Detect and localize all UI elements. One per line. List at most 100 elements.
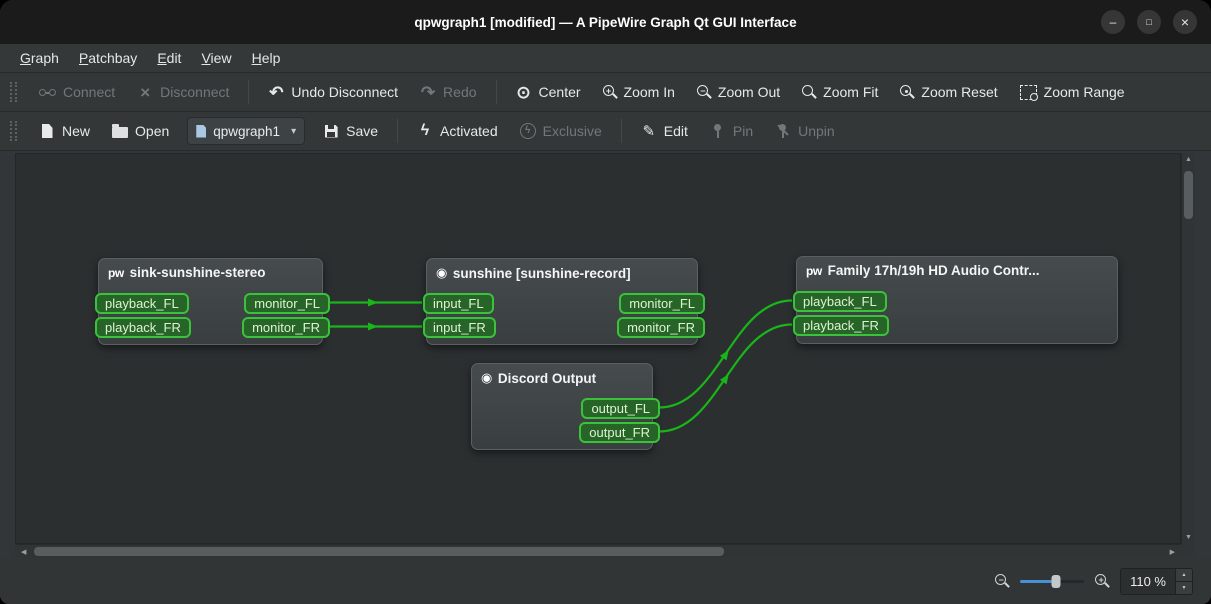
- session-name: qpwgraph1: [213, 123, 281, 139]
- node-title: sunshine [sunshine-record]: [452, 265, 631, 281]
- toolbar-grip[interactable]: [10, 121, 17, 141]
- slider-thumb[interactable]: [1051, 574, 1061, 588]
- zoom-reset-label: Zoom Reset: [921, 84, 998, 100]
- scroll-right-icon[interactable]: ▶: [1164, 545, 1181, 558]
- spin-up-button[interactable]: ▲: [1176, 568, 1192, 581]
- node-sink-sunshine-stereo[interactable]: pw sink-sunshine-stereo playback_FL play…: [95, 258, 330, 345]
- save-label: Save: [346, 123, 379, 139]
- toolbar-separator: [248, 80, 250, 104]
- wire-arrow-icon: [368, 322, 378, 331]
- node-family-hd-audio[interactable]: pw Family 17h/19h HD Audio Contr... play…: [793, 256, 1118, 344]
- menu-edit[interactable]: Edit: [147, 47, 191, 69]
- status-bar: − + 110 % ▲ ▼: [0, 558, 1211, 604]
- port-input_FL[interactable]: input_FL: [423, 293, 494, 314]
- pipewire-icon: pw: [806, 263, 822, 278]
- zoom-range-button[interactable]: Zoom Range: [1010, 77, 1135, 107]
- node-title: Family 17h/19h HD Audio Contr...: [827, 263, 1040, 278]
- canvas-wrap: pw sink-sunshine-stereo playback_FL play…: [15, 153, 1195, 558]
- zoom-range-label: Zoom Range: [1043, 84, 1125, 100]
- graph-toolbar: Connect × Disconnect ↶ Undo Disconnect ↷…: [0, 73, 1211, 112]
- toolbar-grip[interactable]: [10, 82, 17, 102]
- zoom-fit-button[interactable]: Zoom Fit: [792, 77, 888, 107]
- scroll-down-icon[interactable]: ▼: [1182, 531, 1195, 544]
- edit-pencil-icon: ✎: [642, 122, 656, 140]
- port-output_FR[interactable]: output_FR: [579, 422, 660, 443]
- port-playback_FL[interactable]: playback_FL: [793, 291, 887, 312]
- menu-patchbay[interactable]: Patchbay: [69, 47, 147, 69]
- scroll-up-icon[interactable]: ▲: [1182, 153, 1195, 166]
- connect-button[interactable]: Connect: [29, 77, 125, 107]
- edit-toggle[interactable]: ✎ Edit: [631, 116, 698, 146]
- vertical-scrollbar[interactable]: ▲ ▼: [1181, 153, 1195, 544]
- connection-layer: [329, 298, 793, 433]
- port-playback_FR[interactable]: playback_FR: [95, 317, 191, 338]
- exclusive-toggle[interactable]: ϟ Exclusive: [510, 116, 612, 146]
- stream-icon: ◉: [436, 265, 447, 280]
- file-toolbar: New Open qpwgraph1 ▾ Save ϟ Activated ϟ …: [0, 112, 1211, 151]
- undo-disconnect-button[interactable]: ↶ Undo Disconnect: [258, 77, 408, 107]
- port-input_FR[interactable]: input_FR: [423, 317, 496, 338]
- zoom-out-icon: −: [696, 85, 711, 99]
- node-header: ◉ sunshine [sunshine-record]: [427, 259, 697, 281]
- zoom-out-label: Zoom Out: [717, 84, 781, 100]
- window-controls: – □ ×: [1101, 0, 1197, 44]
- zoom-out-icon[interactable]: −: [995, 574, 1009, 588]
- stream-icon: ◉: [481, 370, 492, 385]
- port-playback_FR[interactable]: playback_FR: [793, 315, 889, 336]
- node-header: pw sink-sunshine-stereo: [99, 259, 322, 280]
- menu-bar: Graph Patchbay Edit View Help: [0, 44, 1211, 73]
- disconnect-button[interactable]: × Disconnect: [127, 77, 239, 107]
- graph-canvas[interactable]: pw sink-sunshine-stereo playback_FL play…: [15, 153, 1181, 544]
- zoom-out-button[interactable]: − Zoom Out: [687, 77, 790, 107]
- vertical-scroll-handle[interactable]: [1184, 171, 1193, 219]
- zoom-in-button[interactable]: + Zoom In: [593, 77, 685, 107]
- pipewire-icon: pw: [108, 265, 124, 280]
- node-header: pw Family 17h/19h HD Audio Contr...: [797, 257, 1117, 278]
- zoom-spinbox[interactable]: 110 % ▲ ▼: [1120, 567, 1193, 595]
- minimize-button[interactable]: –: [1101, 10, 1125, 34]
- unpin-button[interactable]: Unpin: [765, 116, 845, 146]
- port-monitor_FL[interactable]: monitor_FL: [619, 293, 705, 314]
- zoom-in-icon[interactable]: +: [1095, 574, 1109, 588]
- zoom-fit-icon: [802, 85, 816, 99]
- spin-down-button[interactable]: ▼: [1176, 580, 1192, 594]
- scroll-left-icon[interactable]: ◀: [15, 545, 32, 558]
- redo-button[interactable]: ↷ Redo: [410, 77, 486, 107]
- session-combobox[interactable]: qpwgraph1 ▾: [187, 117, 306, 145]
- node-discord-output[interactable]: ◉ Discord Output output_FL output_FR: [471, 363, 660, 450]
- chevron-down-icon: ▾: [291, 125, 297, 137]
- undo-disconnect-label: Undo Disconnect: [291, 84, 399, 100]
- zoom-in-icon: +: [602, 85, 617, 99]
- pin-button[interactable]: Pin: [700, 116, 763, 146]
- zoom-reset-button[interactable]: Zoom Reset: [890, 77, 1007, 107]
- menu-help[interactable]: Help: [242, 47, 291, 69]
- wire-arrow-icon: [368, 298, 378, 307]
- new-button[interactable]: New: [29, 116, 100, 146]
- port-monitor_FL[interactable]: monitor_FL: [244, 293, 330, 314]
- activated-toggle[interactable]: ϟ Activated: [407, 116, 508, 146]
- vertical-scroll-track[interactable]: [1182, 166, 1195, 531]
- close-button[interactable]: ×: [1173, 10, 1197, 34]
- horizontal-scroll-track[interactable]: [32, 545, 1163, 558]
- horizontal-scrollbar[interactable]: ◀ ▶: [15, 544, 1181, 558]
- port-monitor_FR[interactable]: monitor_FR: [617, 317, 705, 338]
- open-label: Open: [135, 123, 170, 139]
- port-monitor_FR[interactable]: monitor_FR: [242, 317, 330, 338]
- port-output_FL[interactable]: output_FL: [581, 398, 660, 419]
- horizontal-scroll-handle[interactable]: [34, 547, 725, 556]
- undo-icon: ↶: [269, 82, 284, 102]
- menu-graph[interactable]: Graph: [10, 47, 69, 69]
- node-sunshine-record[interactable]: ◉ sunshine [sunshine-record] input_FL in…: [423, 258, 705, 345]
- maximize-button[interactable]: □: [1137, 10, 1161, 34]
- title-bar[interactable]: qpwgraph1 [modified] — A PipeWire Graph …: [0, 0, 1211, 44]
- activated-icon: ϟ: [420, 122, 430, 139]
- save-button[interactable]: Save: [313, 116, 388, 146]
- port-playback_FL[interactable]: playback_FL: [95, 293, 189, 314]
- menu-view[interactable]: View: [191, 47, 241, 69]
- window-title: qpwgraph1 [modified] — A PipeWire Graph …: [414, 14, 797, 30]
- zoom-slider[interactable]: [1020, 574, 1085, 589]
- save-icon: [323, 124, 339, 138]
- node-title: sink-sunshine-stereo: [129, 265, 266, 280]
- center-button[interactable]: ⊙ Center: [506, 77, 591, 107]
- open-button[interactable]: Open: [102, 116, 179, 146]
